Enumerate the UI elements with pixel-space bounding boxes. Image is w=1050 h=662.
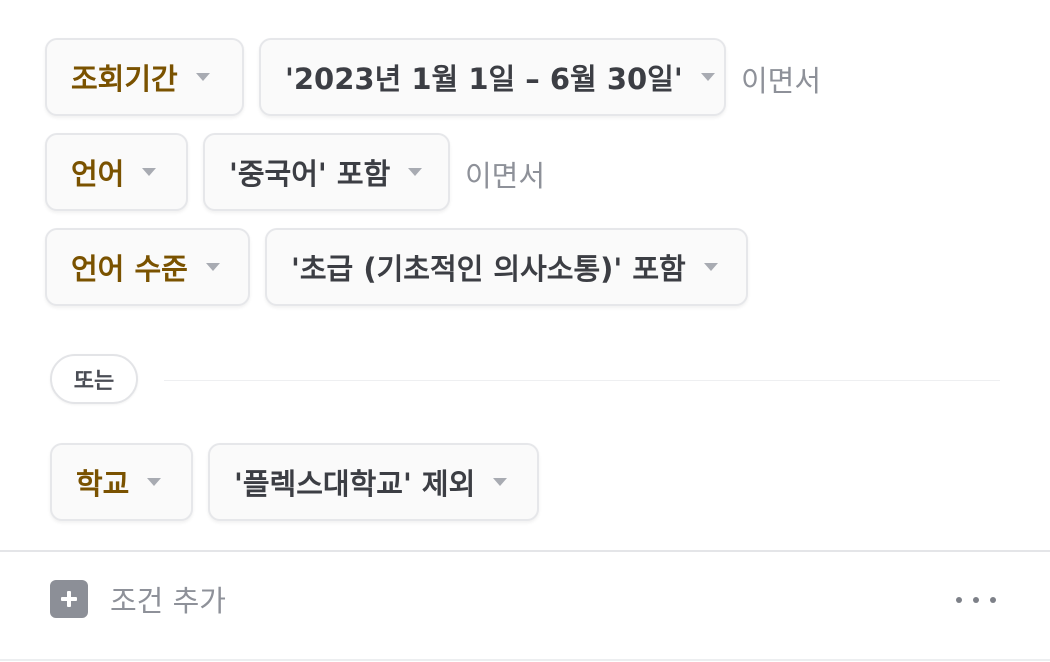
filter-value-label: '플렉스대학교' 제외 (234, 467, 476, 501)
filter-value-label: '초급 (기초적인 의사소통)' 포함 (291, 252, 686, 286)
caret-down-icon (142, 168, 157, 176)
or-separator-badge: 또는 (50, 354, 138, 404)
filter-value-label: '2023년 1월 1일 – 6월 30일' (285, 62, 683, 96)
filter-field-label: 언어 수준 (71, 252, 188, 286)
filter-field-chip-language[interactable]: 언어 (45, 133, 188, 211)
filter-value-chip-school[interactable]: '플렉스대학교' 제외 (208, 443, 539, 521)
caret-down-icon (408, 168, 423, 176)
filter-field-chip-school[interactable]: 학교 (50, 443, 193, 521)
add-condition-button[interactable]: 조건 추가 (50, 578, 226, 620)
caret-down-icon (493, 478, 508, 486)
caret-down-icon (700, 73, 715, 81)
filter-field-label: 조회기간 (71, 62, 178, 96)
plus-square-icon (50, 580, 88, 618)
add-condition-label: 조건 추가 (110, 584, 226, 618)
caret-down-icon (195, 73, 210, 81)
conjunction-and: 이면서 (465, 159, 546, 193)
footer-divider (0, 550, 1050, 552)
filter-value-chip-language[interactable]: '중국어' 포함 (203, 133, 450, 211)
bottom-divider (0, 659, 1050, 661)
filter-value-chip-period[interactable]: '2023년 1월 1일 – 6월 30일' (259, 38, 726, 116)
dot-icon (990, 597, 996, 603)
dot-icon (973, 597, 979, 603)
caret-down-icon (703, 263, 718, 271)
filter-field-label: 언어 (71, 157, 125, 191)
caret-down-icon (205, 263, 220, 271)
filter-field-chip-period[interactable]: 조회기간 (45, 38, 244, 116)
or-divider (164, 380, 1000, 381)
filter-field-label: 학교 (76, 467, 130, 501)
filter-value-chip-language-level[interactable]: '초급 (기초적인 의사소통)' 포함 (265, 228, 748, 306)
caret-down-icon (147, 478, 162, 486)
dot-icon (956, 597, 962, 603)
conjunction-and: 이면서 (741, 64, 822, 98)
filter-value-label: '중국어' 포함 (229, 157, 391, 191)
more-options-button[interactable] (956, 590, 996, 610)
filter-field-chip-language-level[interactable]: 언어 수준 (45, 228, 250, 306)
